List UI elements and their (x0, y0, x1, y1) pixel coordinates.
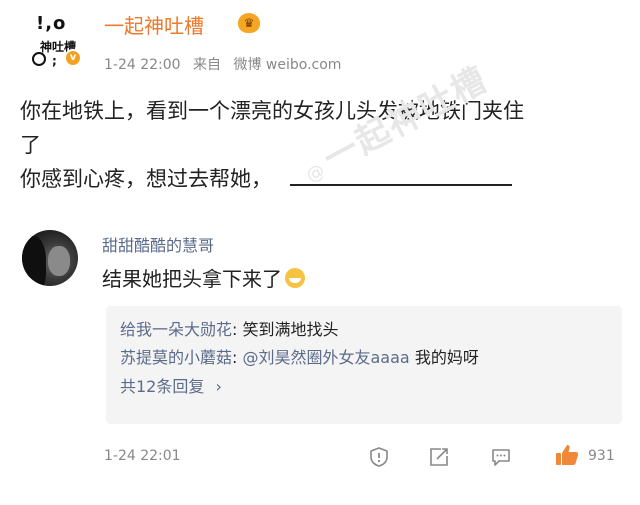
post-time: 1-24 22:00 (104, 57, 181, 73)
comment-time: 1-24 22:01 (104, 448, 181, 464)
view-all-replies-link[interactable]: 共12条回复 › (120, 372, 622, 402)
avatar-face-icon (32, 52, 46, 66)
reply-panel: 给我一朵大勋花: 笑到满地找头 苏提莫的小蘑菇: @刘昊然圈外女友aaaa 我的… (106, 306, 622, 424)
verified-badge-icon: v (64, 49, 82, 67)
reply-author[interactable]: 给我一朵大勋花 (120, 320, 232, 339)
post-line: 你在地铁上，看到一个漂亮的女孩儿头发被地铁门夹住 (20, 99, 524, 123)
reply-author[interactable]: 苏提莫的小蘑菇 (120, 348, 232, 367)
share-icon[interactable] (428, 446, 450, 468)
reply-item[interactable]: 苏提莫的小蘑菇: @刘昊然圈外女友aaaa 我的妈呀 (120, 344, 622, 372)
comment-text: 结果她把头拿下来了 (102, 263, 305, 292)
reply-sep: : (232, 320, 243, 339)
comment-body: 结果她把头拿下来了 (102, 267, 282, 291)
thumbs-up-icon[interactable] (554, 442, 580, 468)
post-line-text: 你感到心疼，想过去帮她， (20, 167, 272, 191)
reply-item[interactable]: 给我一朵大勋花: 笑到满地找头 (120, 316, 622, 344)
avatar-text-line1: !,o (36, 13, 67, 34)
commenter-avatar[interactable] (22, 230, 78, 286)
comment-icon[interactable] (490, 446, 512, 468)
grin-emoji-icon (285, 268, 305, 288)
crown-badge-icon: ♛ (238, 13, 260, 33)
post-source[interactable]: 微博 weibo.com (233, 57, 341, 73)
reply-sep: : (232, 348, 243, 367)
shield-report-icon[interactable] (368, 446, 390, 468)
commenter-name[interactable]: 甜甜酷酷的慧哥 (102, 232, 214, 256)
avatar-text-line3: ; (52, 54, 57, 68)
post-meta: 1-24 22:00 来自 微博 weibo.com (104, 54, 349, 74)
chevron-right-icon: › (215, 377, 222, 396)
post-source-prefix: 来自 (193, 57, 222, 73)
reply-mention[interactable]: @刘昊然圈外女友aaaa (243, 348, 410, 367)
reply-text: 笑到满地找头 (242, 320, 339, 339)
reply-count-label: 共12条回复 (120, 377, 205, 396)
like-count: 931 (588, 448, 615, 464)
reply-text: 我的妈呀 (409, 348, 479, 367)
account-name[interactable]: 一起神吐槽 (104, 10, 204, 39)
